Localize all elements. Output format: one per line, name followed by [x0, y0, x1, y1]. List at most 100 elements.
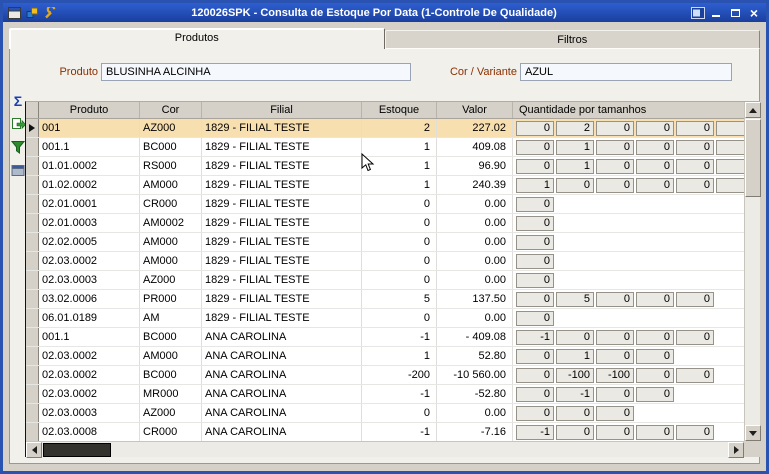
tamanho-cell[interactable]: -100 [556, 367, 594, 383]
tamanho-cell[interactable]: 0 [676, 291, 714, 307]
cell-valor[interactable]: 137.50 [437, 290, 513, 308]
cell-filial[interactable]: ANA CAROLINA [202, 385, 362, 403]
tamanho-cell[interactable]: 0 [516, 310, 554, 326]
tamanho-cell[interactable]: 0 [596, 158, 634, 174]
scroll-down-button[interactable] [745, 425, 761, 441]
cell-estoque[interactable]: 0 [362, 214, 437, 232]
cell-filial[interactable]: 1829 - FILIAL TESTE [202, 309, 362, 327]
cell-cor[interactable]: AM000 [140, 233, 202, 251]
cell-estoque[interactable]: 5 [362, 290, 437, 308]
tamanho-cell[interactable]: 0 [516, 367, 554, 383]
cell-filial[interactable]: 1829 - FILIAL TESTE [202, 157, 362, 175]
tamanho-cell[interactable]: 0 [556, 424, 594, 440]
cell-valor[interactable]: 0.00 [437, 195, 513, 213]
cell-filial[interactable]: ANA CAROLINA [202, 328, 362, 346]
export-grid-icon[interactable] [10, 116, 26, 132]
tamanho-cell[interactable]: 0 [516, 215, 554, 231]
cell-valor[interactable]: 0.00 [437, 309, 513, 327]
cell-estoque[interactable]: 0 [362, 195, 437, 213]
scroll-right-button[interactable] [728, 442, 744, 458]
tamanho-cell[interactable]: 0 [716, 139, 744, 155]
tamanho-cell[interactable]: 0 [556, 329, 594, 345]
cell-estoque[interactable]: 1 [362, 176, 437, 194]
cell-produto[interactable]: 01.02.0002 [39, 176, 140, 194]
produto-input[interactable] [101, 63, 411, 81]
cell-cor[interactable]: BC000 [140, 138, 202, 156]
cell-estoque[interactable]: -1 [362, 328, 437, 346]
tamanho-cell[interactable]: 0 [636, 158, 674, 174]
table-row[interactable]: 02.03.0002 AM000 ANA CAROLINA 1 52.80 0 1 0 0 [26, 347, 744, 366]
cell-produto[interactable]: 02.02.0005 [39, 233, 140, 251]
tamanho-cell[interactable]: 0 [716, 177, 744, 193]
cell-filial[interactable]: 1829 - FILIAL TESTE [202, 252, 362, 270]
cell-cor[interactable]: MR000 [140, 385, 202, 403]
title-bar[interactable]: 120026SPK - Consulta de Estoque Por Data… [3, 3, 766, 22]
table-row[interactable]: 02.02.0005 AM000 1829 - FILIAL TESTE 0 0.00 0 [26, 233, 744, 252]
cell-cor[interactable]: AM000 [140, 176, 202, 194]
close-button[interactable]: × [746, 5, 762, 20]
cell-filial[interactable]: ANA CAROLINA [202, 423, 362, 441]
tamanho-cell[interactable]: 1 [556, 348, 594, 364]
tamanho-cell[interactable]: 5 [556, 291, 594, 307]
table-row[interactable]: 02.03.0002 BC000 ANA CAROLINA -200 -10 560.0… [26, 366, 744, 385]
tamanho-cell[interactable]: 0 [556, 177, 594, 193]
cell-cor[interactable]: AM000 [140, 347, 202, 365]
sum-icon[interactable]: Σ [10, 93, 26, 109]
cell-valor[interactable]: 409.08 [437, 138, 513, 156]
cell-filial[interactable]: 1829 - FILIAL TESTE [202, 271, 362, 289]
table-row[interactable]: 02.03.0008 CR000 ANA CAROLINA -1 -7.16 -1 0 0 0 0 [26, 423, 744, 441]
tamanho-cell[interactable]: 0 [556, 405, 594, 421]
cell-estoque[interactable]: -1 [362, 385, 437, 403]
col-header-cor[interactable]: Cor [140, 102, 202, 118]
tamanho-cell[interactable]: -1 [556, 386, 594, 402]
cell-produto[interactable]: 001.1 [39, 328, 140, 346]
tamanho-cell[interactable]: 0 [596, 120, 634, 136]
cell-estoque[interactable]: 0 [362, 233, 437, 251]
tamanho-cell[interactable]: 0 [676, 177, 714, 193]
cell-produto[interactable]: 02.03.0002 [39, 366, 140, 384]
tamanho-cell[interactable]: 0 [516, 158, 554, 174]
col-header-valor[interactable]: Valor [437, 102, 513, 118]
cell-produto[interactable]: 02.03.0002 [39, 252, 140, 270]
tamanho-cell[interactable]: 0 [636, 348, 674, 364]
tamanho-cell[interactable]: 0 [676, 158, 714, 174]
tamanho-cell[interactable]: 0 [636, 329, 674, 345]
tamanho-cell[interactable]: 0 [676, 139, 714, 155]
table-row[interactable]: 01.01.0002 RS000 1829 - FILIAL TESTE 1 96.90… [26, 157, 744, 176]
vertical-scroll-thumb[interactable] [745, 119, 761, 197]
filter-funnel-icon[interactable] [10, 139, 26, 155]
tamanho-cell[interactable]: -1 [516, 329, 554, 345]
cell-cor[interactable]: BC000 [140, 328, 202, 346]
tamanho-cell[interactable]: 0 [636, 139, 674, 155]
cell-filial[interactable]: 1829 - FILIAL TESTE [202, 214, 362, 232]
maximize-button[interactable] [727, 5, 743, 20]
vertical-scrollbar[interactable] [744, 102, 761, 441]
tamanho-cell[interactable]: 0 [636, 291, 674, 307]
tamanho-cell[interactable]: 2 [556, 120, 594, 136]
tamanho-cell[interactable]: 0 [516, 272, 554, 288]
cell-valor[interactable]: 52.80 [437, 347, 513, 365]
tamanho-cell[interactable]: 0 [516, 291, 554, 307]
cell-estoque[interactable]: 2 [362, 119, 437, 137]
cell-cor[interactable]: CR000 [140, 423, 202, 441]
cell-produto[interactable]: 02.03.0002 [39, 385, 140, 403]
cell-valor[interactable]: -52.80 [437, 385, 513, 403]
cell-estoque[interactable]: 0 [362, 252, 437, 270]
cell-produto[interactable]: 01.01.0002 [39, 157, 140, 175]
tamanho-cell[interactable]: 0 [676, 367, 714, 383]
cell-cor[interactable]: AZ000 [140, 404, 202, 422]
cell-cor[interactable]: CR000 [140, 195, 202, 213]
tamanho-cell[interactable]: 0 [596, 348, 634, 364]
cell-filial[interactable]: ANA CAROLINA [202, 366, 362, 384]
col-header-estoque[interactable]: Estoque [362, 102, 437, 118]
tamanho-cell[interactable]: 0 [596, 386, 634, 402]
horizontal-scroll-thumb[interactable] [43, 443, 111, 457]
scroll-left-button[interactable] [26, 442, 42, 458]
col-header-produto[interactable]: Produto [39, 102, 140, 118]
tamanho-cell[interactable]: 0 [596, 177, 634, 193]
cell-valor[interactable]: 96.90 [437, 157, 513, 175]
cell-valor[interactable]: 0.00 [437, 271, 513, 289]
table-row[interactable]: 001AZ0001829 - FILIAL TESTE2227.02020000 [26, 119, 744, 138]
table-row[interactable]: 001.1 BC000 1829 - FILIAL TESTE 1 409.08 0 1 0 0… [26, 138, 744, 157]
tamanho-cell[interactable]: 1 [556, 139, 594, 155]
